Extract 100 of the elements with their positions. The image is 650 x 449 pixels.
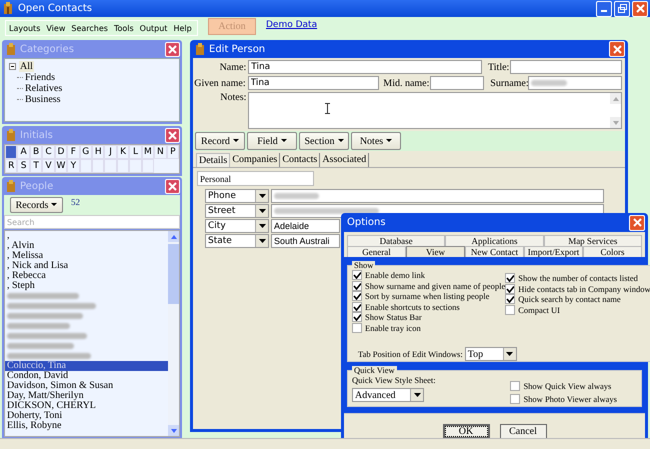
middle-name-field[interactable] — [430, 76, 484, 90]
scrollbar[interactable] — [168, 231, 179, 436]
tree-item[interactable]: Relatives — [24, 83, 64, 94]
menu-item[interactable]: View — [46, 24, 66, 32]
list-item[interactable]: Condon, David — [5, 371, 168, 381]
checkbox[interactable]: Enable tray icon — [352, 322, 506, 333]
list-item[interactable]: , Melissa — [5, 251, 168, 261]
list-item[interactable]: Ellis, Robyne — [5, 421, 168, 431]
list-item[interactable]: , Nick and Lisa — [5, 261, 168, 271]
initial-letter[interactable]: V — [42, 159, 55, 173]
empty-cell — [80, 159, 92, 173]
list-item[interactable]: Doherty, Toni — [5, 411, 168, 421]
initial-letter[interactable]: W — [54, 159, 68, 173]
tree-item[interactable]: Business — [24, 94, 62, 105]
tab-position-dropdown[interactable]: Top — [464, 347, 517, 361]
initial-letter[interactable]: T — [30, 159, 42, 173]
checkbox[interactable]: Enable demo link — [352, 270, 506, 280]
menu-item[interactable]: Layouts — [9, 24, 40, 32]
dialog-button[interactable]: Cancel — [500, 424, 546, 439]
dialog-button[interactable]: OK — [442, 424, 490, 439]
name-field[interactable]: Tina — [248, 60, 482, 74]
search-field[interactable]: Search — [4, 215, 180, 229]
menu-item[interactable]: Searches — [71, 24, 108, 32]
initial-letter[interactable]: B — [30, 145, 42, 159]
field-type-dropdown[interactable]: Phone — [205, 189, 269, 203]
checkbox[interactable]: Show the number of contacts listed — [505, 273, 650, 284]
initial-letter[interactable]: M — [142, 145, 154, 159]
menu-button[interactable]: Section — [299, 132, 349, 150]
list-item[interactable]: Davidson, Simon & Susan — [5, 381, 168, 391]
checkbox[interactable]: Show Photo Viewer always — [510, 394, 617, 404]
checkbox[interactable]: Compact UI — [505, 304, 650, 315]
minimize-button[interactable] — [596, 0, 612, 16]
given-name-field[interactable]: Tina — [248, 76, 380, 90]
menu-button[interactable]: Record — [195, 132, 245, 150]
empty-cell — [92, 159, 104, 173]
section-name-field[interactable]: Personal — [197, 171, 314, 186]
initial-letter[interactable]: C — [42, 145, 55, 159]
value-field[interactable]: Adelaide — [271, 219, 340, 233]
checkbox[interactable]: Quick search by contact name — [505, 294, 650, 304]
close-button[interactable] — [165, 128, 180, 142]
tab[interactable]: Applications — [445, 235, 544, 246]
checkbox[interactable]: Show surname and given name of people — [352, 280, 506, 291]
list-item[interactable]: Coluccio, Tina — [5, 361, 168, 371]
initial-letter[interactable]: D — [54, 145, 68, 159]
initial-letter[interactable]: A — [17, 145, 30, 159]
title-field[interactable] — [510, 60, 622, 74]
close-button[interactable] — [629, 214, 645, 230]
initial-letter[interactable]: Y — [67, 159, 80, 173]
initial-letter[interactable]: N — [154, 145, 167, 159]
initial-letter[interactable]: P — [166, 145, 179, 159]
tab[interactable]: View — [406, 246, 465, 257]
initial-letter[interactable] — [5, 145, 18, 159]
tab[interactable]: Colors — [583, 246, 642, 257]
demo-data-link[interactable]: Demo Data — [266, 20, 318, 30]
close-button[interactable] — [609, 41, 625, 57]
tab[interactable]: Import/Export — [524, 246, 583, 257]
restore-button[interactable] — [614, 0, 630, 16]
style-sheet-dropdown[interactable]: Advanced — [352, 388, 424, 402]
close-button[interactable] — [165, 42, 180, 56]
field-type-dropdown[interactable]: State — [205, 234, 269, 248]
checkbox[interactable]: Enable shortcuts to sections — [352, 302, 506, 312]
initial-letter[interactable]: L — [129, 145, 142, 159]
tab[interactable]: New Contact — [465, 246, 524, 257]
tab[interactable]: Details — [196, 153, 230, 167]
tab[interactable]: General — [347, 246, 406, 257]
surname-field[interactable] — [528, 76, 622, 90]
list-item[interactable]: , Rebecca — [5, 271, 168, 281]
initial-letter[interactable]: K — [116, 145, 130, 159]
initial-letter[interactable]: S — [17, 159, 30, 173]
menu-button[interactable]: Field — [247, 132, 297, 150]
notes-field[interactable] — [248, 92, 622, 129]
checkbox[interactable]: Show Status Bar — [352, 312, 506, 322]
initial-letter[interactable]: R — [5, 159, 18, 173]
tab[interactable]: Map Services — [544, 235, 642, 246]
list-item[interactable]: , Alvin — [5, 241, 168, 251]
collapse-icon[interactable] — [9, 63, 16, 70]
checkbox[interactable]: Show Quick View always — [510, 381, 617, 392]
close-button[interactable] — [165, 178, 180, 194]
close-button[interactable] — [632, 0, 648, 16]
tree-item[interactable]: Friends — [24, 72, 56, 83]
list-item[interactable]: DICKSON, CHERYL — [5, 401, 168, 411]
initial-letter[interactable]: J — [104, 145, 117, 159]
initial-letter[interactable]: H — [92, 145, 104, 159]
value-field[interactable]: South Australi — [271, 234, 340, 248]
tree-item[interactable]: All — [19, 61, 34, 72]
initial-letter[interactable]: F — [67, 145, 80, 159]
field-type-dropdown[interactable]: City — [205, 219, 269, 233]
value-field[interactable] — [271, 189, 604, 203]
records-button[interactable]: Records — [10, 197, 63, 213]
tab[interactable]: Database — [347, 235, 446, 246]
list-item[interactable]: , — [5, 231, 168, 241]
initial-letter[interactable]: G — [80, 145, 92, 159]
list-item[interactable]: Day, Matt/Sherilyn — [5, 391, 168, 401]
field-type-dropdown[interactable]: Street — [205, 204, 269, 218]
menu-item[interactable]: Output — [140, 24, 168, 32]
menu-item[interactable]: Tools — [114, 24, 134, 32]
list-item[interactable]: , Steph — [5, 281, 168, 291]
menu-button[interactable]: Notes — [351, 132, 401, 150]
menu-item[interactable]: Help — [173, 24, 192, 32]
checkbox[interactable]: Sort by surname when listing people — [352, 291, 506, 302]
